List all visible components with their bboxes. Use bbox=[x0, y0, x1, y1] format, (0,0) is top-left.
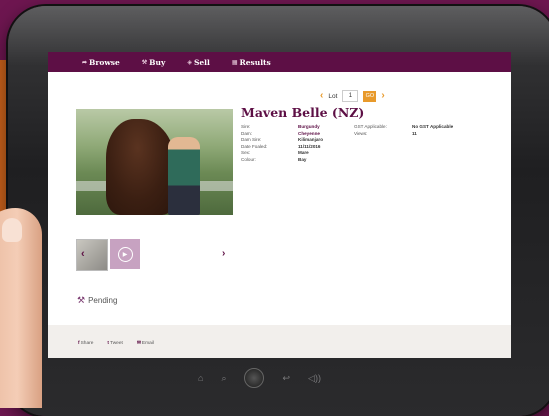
nav-browse[interactable]: ➦ Browse bbox=[82, 58, 120, 67]
nav-buy-label: Buy bbox=[149, 57, 166, 67]
volume-icon[interactable]: ◁)) bbox=[308, 373, 321, 384]
nav-sell[interactable]: ◈ Sell bbox=[187, 58, 210, 67]
detail-key: Colour: bbox=[241, 156, 256, 162]
share-twitter[interactable]: tTweet bbox=[107, 341, 122, 346]
detail-row: Dam: Cheyenne bbox=[241, 131, 356, 138]
twitter-icon: t bbox=[107, 341, 110, 346]
search-icon[interactable]: ⌕ bbox=[221, 373, 226, 384]
thumbnail-nail bbox=[2, 218, 22, 242]
gavel-icon: ⚒ bbox=[77, 295, 86, 305]
detail-row: Date Foaled: 11/11/2016 bbox=[241, 144, 356, 151]
detail-value: Kilimanjaro bbox=[298, 137, 324, 143]
home-button[interactable] bbox=[244, 368, 265, 388]
dam-link[interactable]: Cheyenne bbox=[298, 131, 356, 138]
nav-sell-label: Sell bbox=[193, 57, 210, 67]
horse-name: Maven Belle (NZ) bbox=[241, 105, 365, 120]
horse-extra-details: GST Applicable: No GST Applicable Views:… bbox=[354, 124, 453, 137]
hammer-icon: ⚒ bbox=[141, 58, 148, 66]
detail-key: Views: bbox=[354, 130, 368, 136]
horse-details: Sire: Burgundy Dam: Cheyenne Dam Sire: K… bbox=[241, 124, 356, 164]
home-icon[interactable]: ⌂ bbox=[198, 373, 203, 383]
status-label: Pending bbox=[88, 296, 118, 305]
play-icon: ▶ bbox=[117, 246, 133, 262]
back-icon[interactable]: ↩ bbox=[282, 373, 290, 384]
facebook-icon: f bbox=[78, 341, 80, 346]
detail-value: 11/11/2016 bbox=[298, 143, 321, 149]
media-thumbnails: ‹ ▶ bbox=[76, 239, 140, 271]
chevron-right-icon[interactable]: › bbox=[222, 248, 225, 259]
lot-number-input[interactable]: 1 bbox=[342, 90, 359, 102]
lot-go-button[interactable]: GO bbox=[363, 90, 377, 102]
share-bar: fShare tTweet ✉Email bbox=[78, 341, 154, 346]
detail-value: 11 bbox=[412, 130, 417, 136]
prev-lot-icon[interactable]: ‹ bbox=[320, 91, 323, 101]
share-facebook[interactable]: fShare bbox=[78, 341, 93, 346]
email-icon: ✉ bbox=[136, 341, 141, 346]
tag-icon: ◈ bbox=[187, 58, 192, 66]
nav-buy[interactable]: ⚒ Buy bbox=[142, 58, 166, 67]
nav-browse-label: Browse bbox=[89, 57, 120, 67]
detail-row: GST Applicable: No GST Applicable bbox=[354, 124, 453, 131]
grid-icon: ▦ bbox=[231, 58, 238, 66]
detail-key: Sex: bbox=[241, 150, 251, 156]
photo-thumbnail[interactable]: ‹ bbox=[76, 239, 108, 271]
detail-key: Sire: bbox=[241, 124, 251, 129]
arrow-icon: ➦ bbox=[82, 58, 88, 66]
detail-row: Views: 11 bbox=[354, 131, 453, 138]
share-label: Share bbox=[80, 341, 94, 346]
sale-status: ⚒ Pending bbox=[77, 295, 117, 306]
lot-label: Lot bbox=[328, 92, 338, 100]
nav-results-label: Results bbox=[239, 57, 271, 67]
detail-row: Sire: Burgundy bbox=[241, 124, 356, 131]
detail-row: Dam Sire: Kilimanjaro bbox=[241, 137, 356, 144]
detail-key: Date Foaled: bbox=[241, 143, 268, 149]
sire-link[interactable]: Burgundy bbox=[298, 124, 356, 131]
video-thumbnail[interactable]: ▶ bbox=[110, 239, 140, 269]
detail-value: Bay bbox=[298, 156, 307, 162]
tablet-hardware-buttons: ⌂ ⌕ ↩ ◁)) bbox=[198, 368, 321, 388]
detail-key: Dam Sire: bbox=[241, 137, 262, 143]
detail-key: Dam: bbox=[241, 130, 252, 136]
detail-row: Colour: Bay bbox=[241, 157, 356, 164]
horse-photo bbox=[76, 109, 233, 215]
chevron-left-icon[interactable]: ‹ bbox=[81, 248, 85, 260]
tweet-label: Tweet bbox=[110, 341, 123, 346]
detail-value: No GST Applicable bbox=[412, 124, 454, 129]
nav-results[interactable]: ▦ Results bbox=[232, 58, 271, 67]
detail-value: Mare bbox=[298, 150, 309, 156]
detail-key: GST Applicable: bbox=[354, 124, 387, 129]
detail-row: Sex: Mare bbox=[241, 150, 356, 157]
tablet-screen: ➦ Browse ⚒ Buy ◈ Sell ▦ Results ‹ Lot 1 … bbox=[48, 52, 511, 358]
next-lot-icon[interactable]: › bbox=[381, 91, 384, 101]
email-label: Email bbox=[141, 341, 154, 346]
top-nav: ➦ Browse ⚒ Buy ◈ Sell ▦ Results bbox=[48, 52, 511, 72]
share-email[interactable]: ✉Email bbox=[137, 341, 154, 346]
lot-navigator: ‹ Lot 1 GO › bbox=[320, 90, 385, 102]
